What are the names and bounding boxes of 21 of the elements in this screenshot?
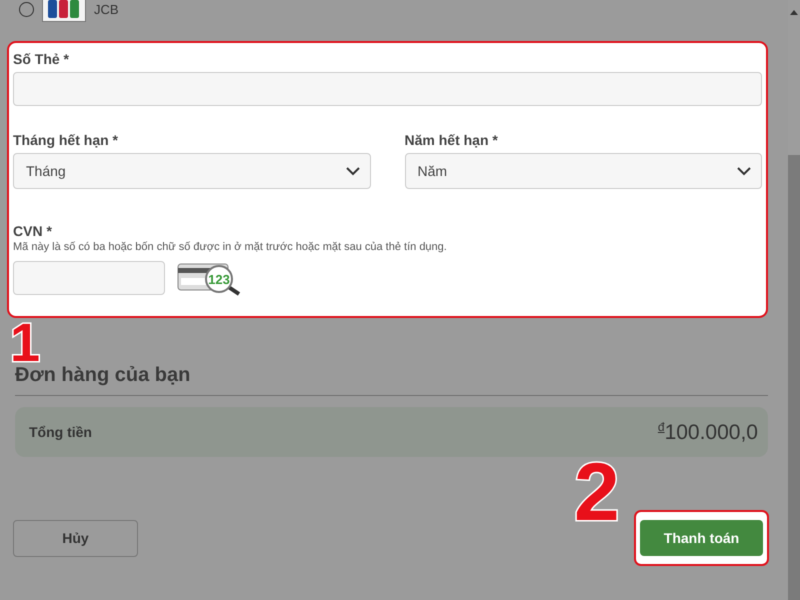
card-logo-icon [42,0,86,22]
expiry-label: Năm hết hạn * [404,132,499,148]
card-number-field[interactable] [13,72,762,106]
total-label: Tổng tiền [29,424,92,440]
expiry-label: Tháng hết hạn * [13,132,119,148]
cvn-label: CVN * [13,223,53,239]
radio-button[interactable] [19,2,34,16]
expiry-select[interactable]: Năm [404,153,762,189]
expiry-select[interactable]: Tháng [13,153,370,189]
chevron-down-icon [346,166,360,176]
total-amount: $^{đ}$100.000,0 [658,420,758,444]
step-number: 2 [574,452,620,534]
card-type-label: JCB [94,2,119,16]
cancel-button[interactable]: Hủy [13,520,138,556]
scrollbar-thumb[interactable] [788,155,800,600]
scroll-up-arrow-icon[interactable] [790,10,798,15]
card-number-label: Số Thẻ * [13,51,70,67]
chevron-down-icon [737,166,751,176]
cvn-hint: Mã này là số có ba hoặc bốn chữ số được in ở mặt trước hoặc mặt sau của thẻ tín dụng. [13,241,448,253]
pay-button[interactable]: Thanh toán [640,520,763,556]
cvn-field[interactable] [13,261,165,295]
